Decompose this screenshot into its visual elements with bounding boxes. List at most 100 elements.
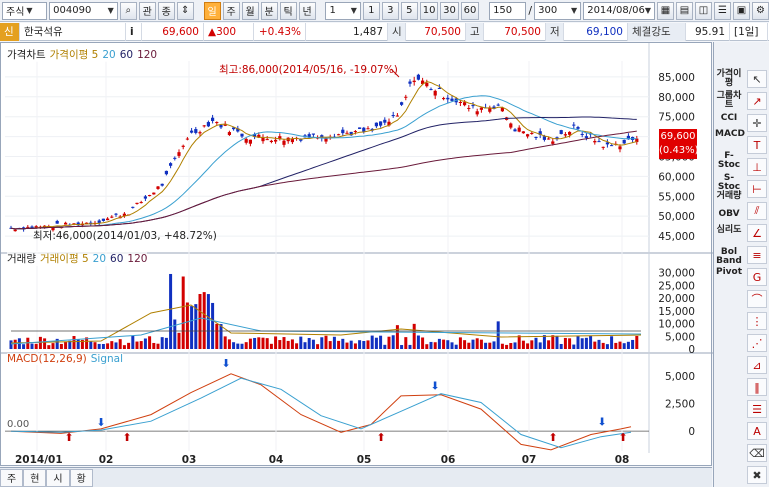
code-input[interactable]: 004090 ▼: [49, 1, 118, 20]
volume-bar: [152, 342, 156, 349]
date-input[interactable]: 2014/08/06 ▼: [583, 1, 655, 20]
volume-bar: [76, 339, 80, 349]
candle-body: [185, 138, 189, 140]
hline-icon[interactable]: ⊥: [747, 158, 767, 176]
tool-obv[interactable]: OBV: [715, 210, 743, 219]
tab-market[interactable]: 시: [46, 468, 70, 487]
volume-bar: [202, 292, 206, 349]
tool-pivot[interactable]: Pivot: [715, 268, 743, 277]
stock-button[interactable]: 종: [157, 1, 175, 20]
signal-arrow: ⬇: [597, 416, 606, 429]
channel-icon[interactable]: ⫽: [747, 202, 767, 220]
info-button[interactable]: i: [126, 22, 142, 41]
stepper-button[interactable]: ⇕: [176, 1, 194, 20]
change-rate: +0.43%: [254, 22, 306, 41]
min-30-button[interactable]: 30: [440, 1, 459, 20]
layout-button[interactable]: ▤: [676, 1, 693, 20]
tool-cci[interactable]: CCI: [715, 114, 743, 123]
vline-icon[interactable]: ⊢: [747, 180, 767, 198]
volume-bar: [471, 339, 475, 349]
tab-status[interactable]: 황: [69, 468, 93, 487]
ma-line-120: [10, 130, 637, 230]
volume-bar: [160, 337, 164, 349]
list-icon: ☰: [718, 5, 727, 16]
delete-icon[interactable]: ✖: [747, 466, 767, 484]
market-select[interactable]: 주식 ▼: [2, 1, 48, 20]
volume-bar: [349, 340, 353, 349]
volume-bar: [211, 302, 215, 349]
minute-select[interactable]: 1 ▼: [325, 1, 361, 20]
tool-volume[interactable]: 거래량: [715, 192, 743, 201]
tool-macd[interactable]: MACD: [715, 130, 745, 139]
volume-bar: [194, 304, 198, 349]
chart-area[interactable]: 85,00080,00075,00070,00065,00060,00055,0…: [0, 42, 713, 466]
total-input[interactable]: 300 ▼: [534, 1, 582, 20]
candle-body: [475, 111, 479, 115]
grid-button[interactable]: ▦: [657, 1, 674, 20]
volume-bar: [316, 344, 320, 349]
volume-bar: [13, 339, 17, 349]
period-month-button[interactable]: 월: [241, 1, 259, 20]
tool-f-stoc[interactable]: F-Stoc: [715, 152, 743, 170]
volume-bar: [269, 343, 273, 349]
trendline-icon[interactable]: ↗: [747, 92, 767, 110]
text-tool-icon[interactable]: T: [747, 136, 767, 154]
candle-body: [416, 74, 420, 80]
candle-body: [353, 131, 357, 133]
candle-body: [211, 117, 215, 122]
period-day-button[interactable]: 일: [203, 1, 221, 20]
tool-group-chart[interactable]: 그룹차트: [715, 92, 743, 110]
print-button[interactable]: ▣: [733, 1, 750, 20]
min-10-button[interactable]: 10: [419, 1, 439, 20]
favorite-button[interactable]: 관: [138, 1, 156, 20]
retracement-icon[interactable]: ☰: [747, 400, 767, 418]
pointer-icon[interactable]: ↖: [747, 70, 767, 88]
angle-icon[interactable]: ∠: [747, 224, 767, 242]
tab-week[interactable]: 주: [0, 468, 24, 487]
candle-body: [437, 87, 441, 89]
fibo-icon[interactable]: ≡: [747, 246, 767, 264]
period-minute-button[interactable]: 분: [260, 1, 278, 20]
time-zone-icon[interactable]: ‖: [747, 378, 767, 396]
min-60-button[interactable]: 60: [460, 1, 480, 20]
list-button[interactable]: ☰: [714, 1, 731, 20]
volume-bar: [38, 336, 42, 349]
candle-body: [156, 186, 160, 189]
candle-body: [601, 146, 605, 148]
chevron-down-icon: ▼: [350, 6, 357, 15]
candle-body: [219, 124, 223, 128]
period-week-button[interactable]: 주: [222, 1, 240, 20]
settings-button[interactable]: ⚙: [752, 1, 769, 20]
period-year-button[interactable]: 년: [298, 1, 316, 20]
cycle-icon[interactable]: ⋮: [747, 312, 767, 330]
search-button[interactable]: ⌕: [119, 1, 137, 20]
candle-body: [341, 129, 345, 134]
legend-ma60: 60: [119, 48, 134, 61]
min-5-button[interactable]: 5: [400, 1, 418, 20]
bottom-tabs: 주 현 시 황: [0, 467, 712, 487]
candle-body: [181, 145, 185, 147]
tool-price-ma[interactable]: 가격이평: [715, 70, 743, 88]
legend-ma20: 20: [102, 48, 116, 61]
min-3-button[interactable]: 3: [381, 1, 399, 20]
low-label: 저: [546, 22, 564, 41]
signal-line: [10, 377, 632, 449]
volume-bar: [30, 343, 34, 349]
period-tick-button[interactable]: 틱: [279, 1, 297, 20]
fan-icon[interactable]: ⊿: [747, 356, 767, 374]
arc-icon[interactable]: ⌒: [747, 290, 767, 308]
erase-icon[interactable]: ⌫: [747, 444, 767, 462]
tool-s-stoc[interactable]: S-Stoc: [715, 174, 743, 192]
volume-bar: [610, 336, 614, 349]
tool-psychology[interactable]: 심리도: [715, 226, 743, 235]
speed-line-icon[interactable]: ⋰: [747, 334, 767, 352]
gann-icon[interactable]: G: [747, 268, 767, 286]
candle-body: [131, 206, 135, 208]
tool-bol-band[interactable]: Bol Band: [715, 248, 743, 266]
tab-current[interactable]: 현: [23, 468, 47, 487]
auto-icon[interactable]: A: [747, 422, 767, 440]
count-input[interactable]: 150: [489, 1, 527, 20]
split-button[interactable]: ◫: [695, 1, 712, 20]
crosshair-icon[interactable]: ✛: [747, 114, 767, 132]
min-1-button[interactable]: 1: [362, 1, 380, 20]
